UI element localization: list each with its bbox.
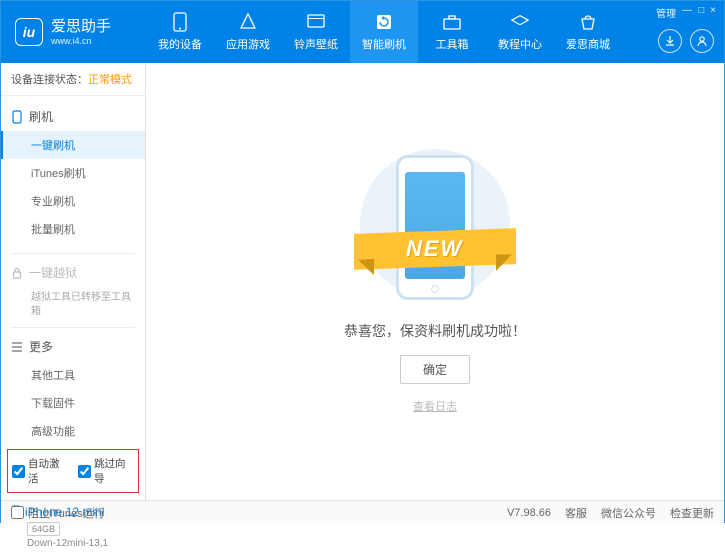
nav-apps[interactable]: 应用游戏 <box>214 1 282 63</box>
block-itunes-row[interactable]: 阻止iTunes运行 <box>11 505 105 521</box>
status-label: 设备连接状态： <box>11 74 88 86</box>
sidebar-head-flash[interactable]: 刷机 <box>1 102 145 131</box>
ok-button[interactable]: 确定 <box>400 355 470 384</box>
logo-area: iu 爱思助手 www.i4.cn <box>1 18 146 46</box>
window-controls: 管理 — □ × <box>656 5 716 20</box>
window-close-button[interactable]: × <box>710 5 716 20</box>
store-icon <box>578 12 598 32</box>
ribbon-text: NEW <box>406 236 463 262</box>
phone-small-icon <box>11 110 23 124</box>
window-maximize-button[interactable]: □ <box>698 5 704 20</box>
sidebar-item-oneclick-flash[interactable]: 一键刷机 <box>1 131 145 159</box>
sidebar: 设备连接状态：正常模式 刷机 一键刷机 iTunes刷机 专业刷机 批量刷机 一… <box>1 63 146 500</box>
sidebar-head-jailbreak: 一键越狱 <box>1 258 145 287</box>
lock-icon <box>11 267 23 279</box>
download-button[interactable] <box>658 29 682 53</box>
app-name: 爱思助手 <box>51 19 111 34</box>
user-button[interactable] <box>690 29 714 53</box>
nav-tutorials[interactable]: 教程中心 <box>486 1 554 63</box>
more-head-label: 更多 <box>29 338 53 355</box>
nav-label: 爱思商城 <box>566 36 610 52</box>
nav-tabs: 我的设备 应用游戏 铃声壁纸 智能刷机 工具箱 教程中心 爱思商城 <box>146 1 724 63</box>
sidebar-item-pro-flash[interactable]: 专业刷机 <box>1 187 145 215</box>
jailbreak-note: 越狱工具已转移至工具箱 <box>1 287 145 323</box>
success-message: 恭喜您，保资料刷机成功啦！ <box>344 321 526 341</box>
device-capacity: 64GB <box>27 522 60 536</box>
block-itunes-checkbox[interactable] <box>11 506 24 519</box>
apps-icon <box>238 12 258 32</box>
sidebar-item-batch-flash[interactable]: 批量刷机 <box>1 215 145 243</box>
menu-icon <box>11 342 23 352</box>
skip-guide-checkbox[interactable] <box>78 465 91 478</box>
sidebar-item-itunes-flash[interactable]: iTunes刷机 <box>1 159 145 187</box>
new-ribbon: NEW <box>354 228 516 270</box>
phone-icon <box>170 12 190 32</box>
sidebar-item-other-tools[interactable]: 其他工具 <box>1 361 145 389</box>
flash-head-label: 刷机 <box>29 108 53 125</box>
main-content: NEW 恭喜您，保资料刷机成功啦！ 确定 查看日志 <box>146 63 724 500</box>
jailbreak-head-label: 一键越狱 <box>29 264 77 281</box>
auto-activate-checkbox[interactable] <box>12 465 25 478</box>
nav-ringtones[interactable]: 铃声壁纸 <box>282 1 350 63</box>
customer-service-link[interactable]: 客服 <box>565 505 587 521</box>
graduation-icon <box>510 12 530 32</box>
view-log-link[interactable]: 查看日志 <box>344 398 526 414</box>
wechat-link[interactable]: 微信公众号 <box>601 505 656 521</box>
wallpaper-icon <box>306 12 326 32</box>
nav-label: 铃声壁纸 <box>294 36 338 52</box>
nav-store[interactable]: 爱思商城 <box>554 1 622 63</box>
app-header: iu 爱思助手 www.i4.cn 我的设备 应用游戏 铃声壁纸 智能刷机 工具… <box>1 1 724 63</box>
nav-flash[interactable]: 智能刷机 <box>350 1 418 63</box>
connection-status: 设备连接状态：正常模式 <box>1 63 145 96</box>
window-minimize-button[interactable]: — <box>682 5 692 20</box>
nav-label: 应用游戏 <box>226 36 270 52</box>
nav-label: 工具箱 <box>436 36 469 52</box>
toolbox-icon <box>442 12 462 32</box>
nav-my-device[interactable]: 我的设备 <box>146 1 214 63</box>
status-value: 正常模式 <box>88 74 132 86</box>
nav-label: 我的设备 <box>158 36 202 52</box>
block-itunes-label: 阻止iTunes运行 <box>28 505 105 521</box>
checkbox-auto-activate[interactable]: 自动激活 <box>12 456 68 486</box>
phone-illustration: NEW <box>370 149 500 309</box>
check-update-link[interactable]: 检查更新 <box>670 505 714 521</box>
sidebar-item-advanced[interactable]: 高级功能 <box>1 417 145 445</box>
device-model: Down-12mini-13,1 <box>27 538 135 549</box>
success-hero: NEW 恭喜您，保资料刷机成功啦！ 确定 查看日志 <box>344 149 526 414</box>
app-url: www.i4.cn <box>51 36 111 46</box>
header-actions <box>658 29 714 53</box>
sidebar-item-download-fw[interactable]: 下载固件 <box>1 389 145 417</box>
version-label: V7.98.66 <box>507 507 551 519</box>
nav-toolbox[interactable]: 工具箱 <box>418 1 486 63</box>
sidebar-head-more[interactable]: 更多 <box>1 332 145 361</box>
app-logo-icon: iu <box>15 18 43 46</box>
checkbox-skip-guide[interactable]: 跳过向导 <box>78 456 134 486</box>
nav-label: 教程中心 <box>498 36 542 52</box>
window-menu-button[interactable]: 管理 <box>656 5 676 20</box>
refresh-icon <box>374 12 394 32</box>
options-row: 自动激活 跳过向导 <box>7 449 139 493</box>
nav-label: 智能刷机 <box>362 36 406 52</box>
